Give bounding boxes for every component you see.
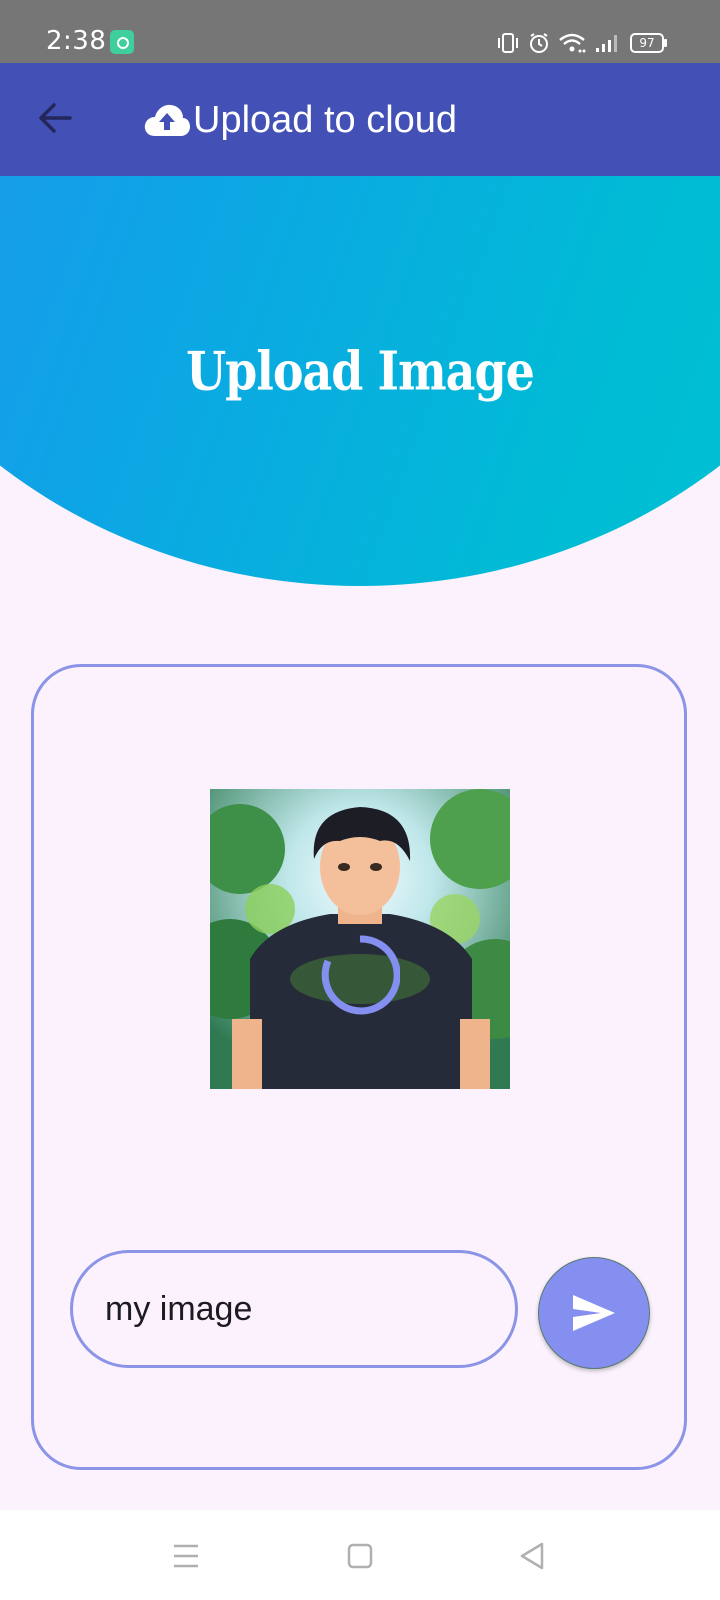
page-title: Upload to cloud [193, 99, 458, 141]
send-icon [573, 1295, 615, 1331]
status-time: 2:38 [46, 26, 107, 56]
system-nav-bar [0, 1510, 720, 1600]
hero-title: Upload Image [186, 339, 535, 403]
vibrate-icon [498, 33, 518, 53]
app-notification-icon [110, 30, 134, 54]
arrow-left-icon[interactable] [32, 93, 82, 143]
signal-icon [596, 35, 617, 52]
home-icon[interactable] [340, 1536, 380, 1576]
status-icons: 97 [496, 28, 667, 58]
status-bar: 2:38 97 [0, 0, 720, 63]
app-bar: Upload to cloud [0, 63, 720, 176]
menu-icon[interactable] [166, 1536, 206, 1576]
battery-icon: 97 [630, 33, 667, 53]
hero-banner: Upload Image [0, 176, 720, 588]
back-icon[interactable] [512, 1536, 552, 1576]
spinner-icon [321, 935, 400, 1015]
app-bar-title-group: Upload to cloud [143, 99, 457, 141]
cloud-upload-icon [144, 104, 190, 136]
alarm-icon [530, 33, 548, 53]
wifi-icon [559, 33, 586, 53]
image-caption-input[interactable] [70, 1250, 518, 1368]
send-button[interactable] [538, 1257, 650, 1369]
